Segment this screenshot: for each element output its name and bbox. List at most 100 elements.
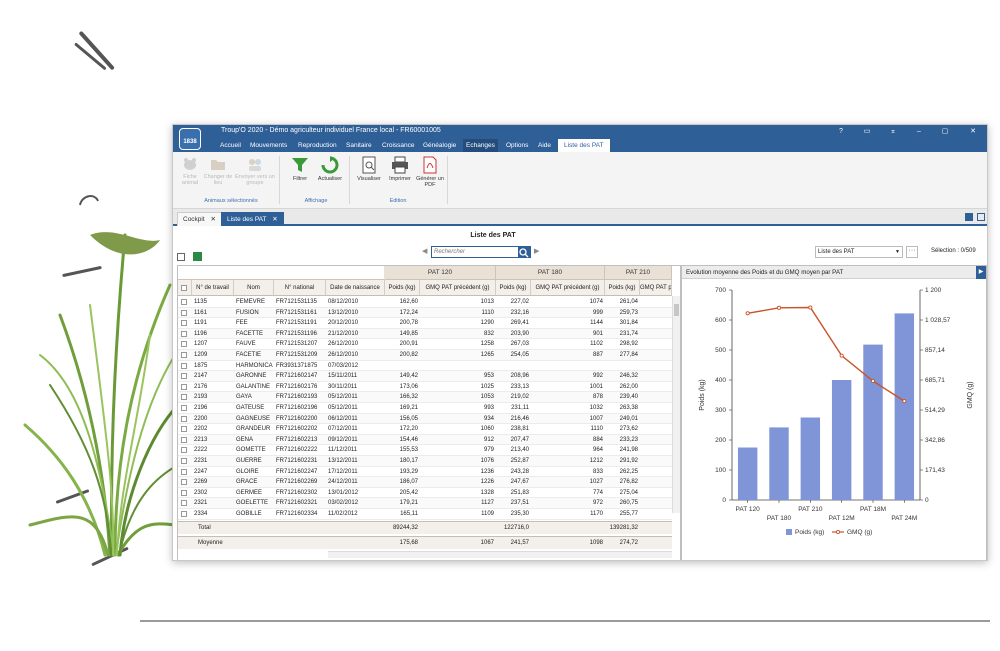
- row-checkbox[interactable]: [181, 309, 187, 316]
- table-row[interactable]: 2334 GOBILLE FR7121602334 11/02/2012 165,11 1…: [178, 509, 672, 520]
- filtrer-button[interactable]: Filtrer: [285, 156, 315, 182]
- row-checkbox[interactable]: [181, 436, 187, 443]
- col-header-gmq-180[interactable]: GMQ PAT précédent (g): [531, 280, 605, 296]
- col-header-gmq-210[interactable]: GMQ PAT pr: [640, 280, 672, 296]
- row-checkbox[interactable]: [181, 352, 187, 358]
- row-checkbox[interactable]: [181, 394, 187, 401]
- table-row[interactable]: 2193 GAYA FR7121602193 05/12/2011 166,32 1053…: [178, 392, 672, 403]
- table-row[interactable]: 1196 FACETTE FR7121531196 21/12/2010 149,85 8…: [178, 328, 672, 340]
- table-row[interactable]: 1135 FEMEVRE FR7121531135 08/12/2010 162,60 1…: [178, 297, 672, 308]
- table-row[interactable]: 1161 FUSION FR7121531161 13/12/2010 172,24 11…: [178, 307, 672, 319]
- table-row[interactable]: 1191 FEE FR7121531191 20/12/2010 200,78 1290 2…: [178, 318, 672, 329]
- table-row[interactable]: 1209 FACETIE FR7121531209 26/12/2010 200,82 1…: [178, 350, 672, 361]
- row-checkbox[interactable]: [181, 458, 187, 464]
- table-row[interactable]: 2196 GATEUSE FR7121602196 05/12/2011 169,21 9…: [178, 403, 672, 414]
- row-checkbox[interactable]: [181, 447, 187, 454]
- row-checkbox[interactable]: [181, 299, 187, 305]
- menu-croissance[interactable]: Croissance: [379, 139, 418, 152]
- select-all-header[interactable]: [178, 280, 192, 296]
- table-row[interactable]: 1207 FAUVE FR7121531207 26/12/2010 200,91 125…: [178, 339, 672, 350]
- menu-sanitaire[interactable]: Sanitaire: [343, 139, 375, 152]
- table-row[interactable]: 2147 GARONNE FR7121602147 15/11/2011 149,42 9…: [178, 371, 672, 382]
- changer-de-lieu-button[interactable]: Changer de lieu: [203, 156, 233, 186]
- menu-options[interactable]: Options: [503, 139, 531, 152]
- window-float-icon[interactable]: [977, 213, 985, 221]
- search-input[interactable]: Rechercher: [431, 246, 531, 258]
- imprimer-button[interactable]: Imprimer: [385, 156, 415, 182]
- row-checkbox[interactable]: [181, 479, 187, 486]
- close-icon[interactable]: ✕: [211, 216, 216, 223]
- row-checkbox[interactable]: [181, 415, 187, 422]
- row-checkbox[interactable]: [181, 330, 187, 337]
- cell-gmq-180: 1212: [589, 458, 603, 464]
- select-all-checkbox[interactable]: [181, 285, 187, 291]
- col-header-numero-travail[interactable]: N° de travail: [192, 280, 234, 296]
- minimize-button[interactable]: –: [911, 126, 927, 137]
- col-header-nom[interactable]: Nom: [234, 280, 274, 296]
- fiche-animal-button[interactable]: Fiche animal: [175, 156, 205, 186]
- close-icon[interactable]: ✕: [272, 216, 277, 223]
- table-row[interactable]: 2176 GALANTINE FR7121602176 30/11/2011 173,0…: [178, 382, 672, 393]
- excel-icon[interactable]: [193, 252, 203, 261]
- row-checkbox[interactable]: [181, 383, 187, 390]
- table-row[interactable]: 2222 GOMETTE FR7121602222 11/12/2011 155,53 9…: [178, 445, 672, 456]
- table-row[interactable]: 2302 GERMEE FR7121602302 13/01/2012 205,42 13…: [178, 488, 672, 499]
- table-row[interactable]: 2200 GAGNEUSE FR7121602200 06/12/2011 156,05…: [178, 413, 672, 425]
- window-tile-icon[interactable]: [965, 213, 973, 221]
- envoyer-vers-groupe-button[interactable]: Envoyer vers un groupe: [235, 156, 275, 186]
- row-checkbox[interactable]: [181, 468, 187, 475]
- menu-echanges[interactable]: Echanges: [463, 139, 498, 152]
- cell-poids-210: 291,92: [619, 458, 638, 464]
- row-checkbox[interactable]: [181, 511, 187, 517]
- grid-vertical-scrollbar[interactable]: [672, 296, 680, 513]
- table-row[interactable]: 2269 GRACE FR7121602269 24/12/2011 186,07 122…: [178, 477, 672, 488]
- row-checkbox[interactable]: [181, 426, 187, 433]
- table-row[interactable]: 2321 GOELETTE FR7121602321 03/02/2012 179,21…: [178, 498, 672, 509]
- collapse-ribbon-button[interactable]: ⌅: [885, 126, 901, 137]
- table-row[interactable]: 2231 GUERRE FR7121602231 13/12/2011 180,17 10…: [178, 456, 672, 467]
- menu-genealogie[interactable]: Généalogie: [420, 139, 459, 152]
- row-checkbox[interactable]: [181, 489, 187, 496]
- visualiser-button[interactable]: Visualiser: [353, 156, 385, 182]
- prev-arrow-icon[interactable]: ◀: [422, 247, 427, 255]
- menu-accueil[interactable]: Accueil: [217, 139, 244, 152]
- table-row[interactable]: 1875 HARMONICA FR3931371875 07/03/2012: [178, 361, 672, 372]
- row-checkbox[interactable]: [181, 341, 187, 348]
- maximize-button[interactable]: ▢: [937, 126, 953, 137]
- col-header-poids-120[interactable]: Poids (kg): [385, 280, 420, 296]
- menu-aide[interactable]: Aide: [535, 139, 554, 152]
- pat-list-select[interactable]: Liste des PAT ▼: [815, 246, 903, 258]
- table-row[interactable]: 2247 GLOIRE FR7121602247 17/12/2011 193,29 12…: [178, 467, 672, 478]
- scrollbar-thumb[interactable]: [674, 304, 679, 316]
- col-header-date-naissance[interactable]: Date de naissance: [326, 280, 385, 296]
- row-checkbox[interactable]: [181, 373, 187, 380]
- generer-pdf-button[interactable]: Générer un PDF: [415, 156, 445, 188]
- help-button[interactable]: ?: [833, 126, 849, 137]
- row-checkbox[interactable]: [181, 362, 187, 369]
- row-checkbox[interactable]: [181, 500, 187, 507]
- row-checkbox[interactable]: [181, 405, 187, 411]
- search-button[interactable]: [518, 246, 530, 258]
- actualiser-button[interactable]: Actualiser: [314, 156, 346, 182]
- table-row[interactable]: 2213 GENA FR7121602213 09/12/2011 154,46 912 2…: [178, 434, 672, 446]
- menu-reproduction[interactable]: Reproduction: [295, 139, 340, 152]
- col-header-gmq-120[interactable]: GMQ PAT précédent (g): [420, 280, 496, 296]
- col-header-numero-national[interactable]: N° national: [274, 280, 326, 296]
- next-arrow-icon[interactable]: ▶: [534, 247, 539, 255]
- columns-icon[interactable]: [177, 253, 185, 261]
- tab-cockpit[interactable]: Cockpit ✕: [177, 212, 222, 226]
- col-header-poids-180[interactable]: Poids (kg): [496, 280, 531, 296]
- row-checkbox[interactable]: [181, 320, 187, 327]
- cell-nom: FEMEVRE: [236, 299, 266, 305]
- close-button[interactable]: ✕: [965, 126, 981, 137]
- table-row[interactable]: 2202 GRANDEUR FR7121602202 07/12/2011 172,20…: [178, 424, 672, 435]
- expand-chart-button[interactable]: ▶: [976, 266, 986, 279]
- col-header-poids-210[interactable]: Poids (kg): [605, 280, 640, 296]
- grid-horizontal-scrollbar[interactable]: [328, 551, 672, 558]
- menu-mouvements[interactable]: Mouvements: [247, 139, 290, 152]
- notes-button[interactable]: ▭: [859, 126, 875, 137]
- cell-numero-national: FR3931371875: [276, 362, 318, 369]
- menu-liste-des-pat[interactable]: Liste des PAT: [558, 139, 610, 152]
- tab-liste-des-pat[interactable]: Liste des PAT ✕: [221, 212, 284, 226]
- more-options-button[interactable]: ···: [906, 246, 918, 258]
